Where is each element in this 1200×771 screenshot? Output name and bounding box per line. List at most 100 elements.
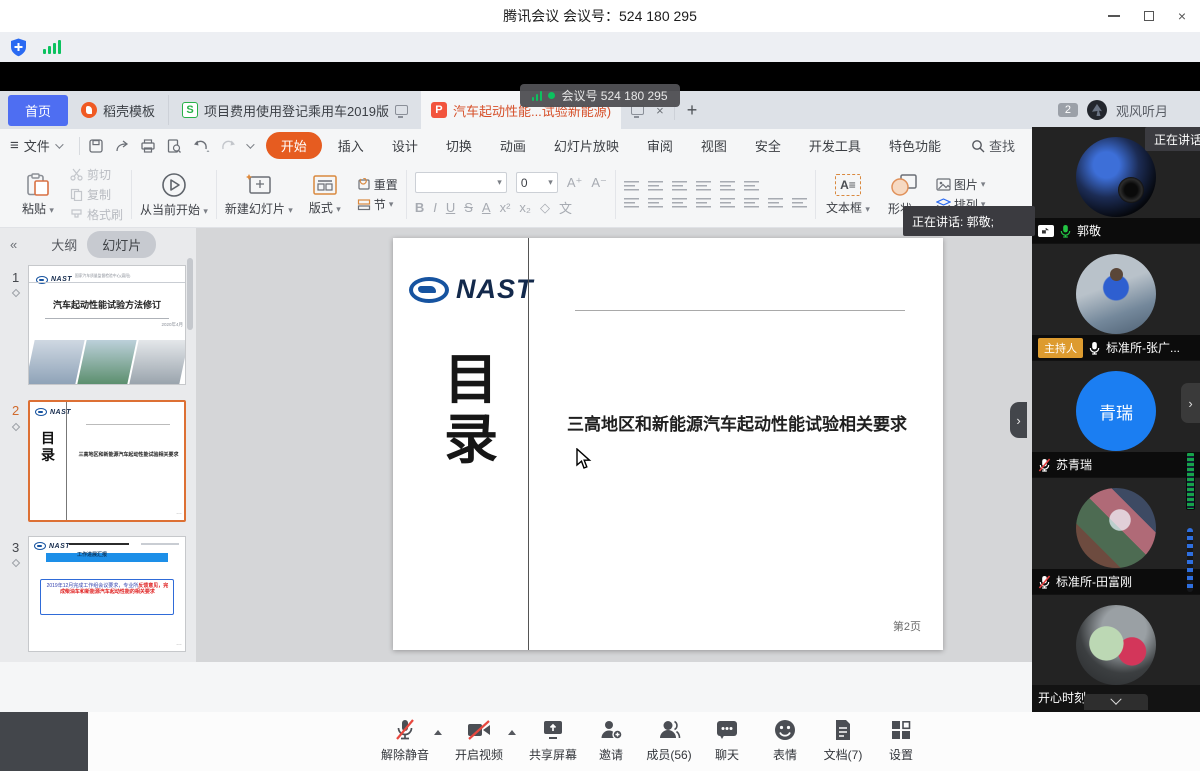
sidebar-expander[interactable]: ›: [1181, 383, 1200, 423]
menu-item-7[interactable]: 视图: [701, 136, 727, 155]
save-icon[interactable]: [88, 138, 104, 154]
avatar: [1076, 605, 1156, 685]
increase-font-icon[interactable]: A⁺: [567, 175, 583, 191]
tab-docer[interactable]: 稻壳模板: [68, 95, 169, 125]
play-from-current-button[interactable]: 从当前开始 ▾: [140, 172, 208, 218]
start-video-button[interactable]: 开启视频: [450, 718, 508, 763]
sidebar-scrollbar[interactable]: [1187, 528, 1193, 592]
menu-start-active[interactable]: 开始: [266, 132, 322, 159]
slide-thumbnail-3[interactable]: NAST 工作进展汇报 2019年12月完成工作组会议要求，专业所反馈意见，完成…: [28, 536, 186, 652]
meeting-floating-bar[interactable]: 会议号 524 180 295: [520, 84, 680, 107]
decrease-font-icon[interactable]: A⁻: [591, 175, 607, 191]
slide-thumbnail-2-selected[interactable]: NAST 目录 三高地区和新能源汽车起动性能试验相关要求 …: [28, 400, 186, 522]
distribute-icon[interactable]: [720, 197, 735, 209]
font-size-select[interactable]: 0▾: [516, 172, 558, 193]
video-options-caret[interactable]: [508, 730, 516, 735]
panel-scrollbar[interactable]: [187, 258, 193, 330]
redo-icon[interactable]: [220, 138, 236, 154]
menu-find[interactable]: 查找: [971, 136, 1015, 155]
indent-increase-icon[interactable]: [696, 180, 711, 192]
align-right-icon[interactable]: [672, 197, 687, 209]
print-icon[interactable]: [140, 138, 156, 154]
output-icon[interactable]: [114, 138, 130, 154]
strikethrough-icon[interactable]: S: [464, 200, 473, 215]
menu-item-3[interactable]: 切换: [446, 136, 472, 155]
members-button[interactable]: 成员(56): [640, 718, 698, 763]
participant-tile[interactable]: 青瑞 苏青瑞: [1032, 361, 1200, 477]
bullets-icon[interactable]: [624, 180, 639, 192]
docs-button[interactable]: 文档(7): [814, 718, 872, 763]
format-painter-button[interactable]: 格式刷: [70, 206, 123, 223]
justify-icon[interactable]: [696, 197, 711, 209]
section-button[interactable]: 节 ▾: [357, 196, 398, 213]
textbox-button[interactable]: A≡ 文本框 ▾: [824, 174, 872, 216]
align-left-icon[interactable]: [624, 197, 639, 209]
menu-item-9[interactable]: 开发工具: [809, 136, 861, 155]
participant-tile[interactable]: 开心时刻: [1032, 595, 1200, 710]
subscript-icon[interactable]: x₂: [519, 200, 531, 215]
meeting-info-bar: [0, 32, 1200, 62]
paste-button[interactable]: 粘贴 ▾: [14, 173, 62, 217]
panel-collapse-icon[interactable]: «: [10, 237, 17, 252]
minimize-button[interactable]: [1108, 15, 1120, 17]
indent-decrease-icon[interactable]: [672, 180, 687, 192]
superscript-icon[interactable]: x²: [500, 200, 511, 215]
menu-item-6[interactable]: 审阅: [647, 136, 673, 155]
underline-icon[interactable]: U: [446, 200, 455, 215]
menu-item-8[interactable]: 安全: [755, 136, 781, 155]
menu-item-5[interactable]: 幻灯片放映: [554, 136, 619, 155]
avatar[interactable]: [1087, 100, 1107, 120]
spacing-increase-icon[interactable]: [768, 197, 783, 209]
font-name-select[interactable]: ▾: [415, 172, 507, 193]
notification-badge[interactable]: 2: [1058, 103, 1078, 117]
mic-options-caret[interactable]: [434, 730, 442, 735]
print-preview-icon[interactable]: [166, 138, 182, 154]
numbering-icon[interactable]: [648, 180, 663, 192]
right-panel-expander[interactable]: ›: [1010, 402, 1027, 438]
tab-doc-sheet[interactable]: S 项目费用使用登记乘用车2019版: [169, 95, 421, 125]
participant-tile[interactable]: 标准所-田富刚: [1032, 478, 1200, 594]
italic-icon[interactable]: I: [433, 200, 437, 215]
maximize-button[interactable]: [1144, 11, 1154, 21]
bold-icon[interactable]: B: [415, 200, 424, 215]
unmute-button[interactable]: 解除静音: [376, 718, 434, 763]
share-screen-button[interactable]: 共享屏幕: [524, 718, 582, 763]
picture-button[interactable]: 图片 ▾: [936, 176, 986, 193]
shield-icon[interactable]: [10, 38, 27, 57]
tab-home[interactable]: 首页: [8, 95, 68, 126]
menu-item-4[interactable]: 动画: [500, 136, 526, 155]
invite-button[interactable]: 邀请: [582, 718, 640, 763]
line-spacing-icon[interactable]: [744, 197, 759, 209]
tab-outline[interactable]: 大纲: [51, 235, 77, 254]
paragraph-settings-icon[interactable]: [744, 180, 759, 192]
text-direction-icon[interactable]: [720, 180, 735, 192]
font-color-icon[interactable]: A: [482, 200, 491, 215]
menu-item-10[interactable]: 特色功能: [889, 136, 941, 155]
layout-button[interactable]: 版式 ▾: [301, 174, 349, 216]
collapse-participants-button[interactable]: [1084, 694, 1148, 710]
undo-icon[interactable]: [192, 138, 210, 154]
customize-toolbar-icon[interactable]: [246, 140, 254, 148]
clear-format-icon[interactable]: ◇: [540, 200, 550, 216]
participant-tile[interactable]: 主持人 标准所-张广...: [1032, 244, 1200, 360]
chat-button[interactable]: 聊天: [698, 718, 756, 763]
spacing-decrease-icon[interactable]: [792, 197, 807, 209]
emoji-button[interactable]: 表情: [756, 718, 814, 763]
new-slide-button[interactable]: 新建幻灯片 ▾: [225, 173, 293, 217]
menu-item-2[interactable]: 设计: [392, 136, 418, 155]
copy-button[interactable]: 复制: [70, 186, 123, 203]
tab-slides-active[interactable]: 幻灯片: [87, 231, 156, 258]
menu-file[interactable]: ≡ 文件: [10, 136, 71, 155]
current-slide[interactable]: NAST 目 录 三高地区和新能源汽车起动性能试验相关要求 第2页: [393, 238, 943, 650]
reset-button[interactable]: 重置: [357, 176, 398, 193]
align-center-icon[interactable]: [648, 197, 663, 209]
phonetic-icon[interactable]: 文: [559, 198, 572, 217]
copy-icon: [70, 188, 83, 201]
cut-button[interactable]: 剪切: [70, 166, 123, 183]
slide-thumbnail-1[interactable]: NAST 国家汽车质量监督检验中心(襄阳) 汽车起动性能试验方法修订 2020年…: [28, 265, 186, 385]
menu-item-1[interactable]: 插入: [338, 136, 364, 155]
account-name[interactable]: 观风听月: [1116, 101, 1168, 120]
settings-button[interactable]: 设置: [872, 718, 930, 763]
network-signal-icon[interactable]: [43, 40, 61, 54]
close-button[interactable]: ×: [1178, 9, 1186, 23]
